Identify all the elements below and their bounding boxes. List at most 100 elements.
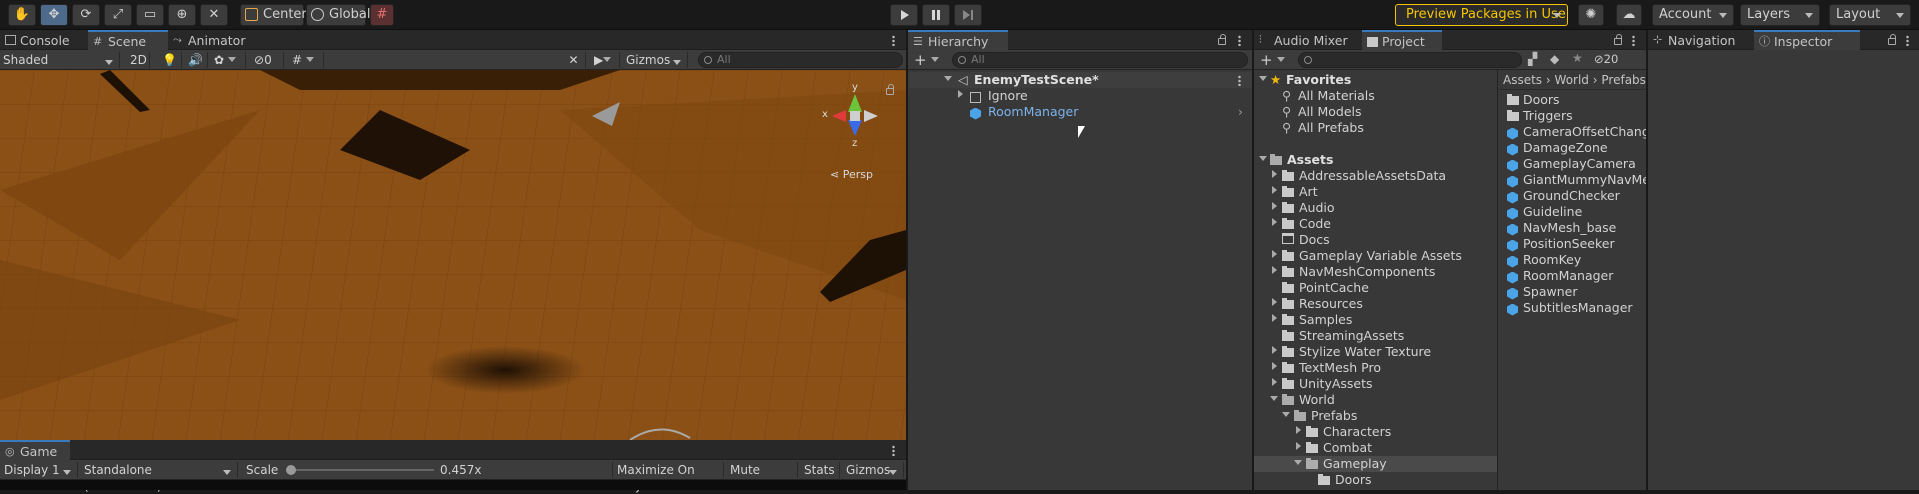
asset-folder-row[interactable]: Code xyxy=(1254,216,1497,232)
hand-tool-button[interactable]: ✋ xyxy=(8,4,36,26)
inspector-menu-icon[interactable] xyxy=(1906,35,1909,46)
expand-arrow-icon[interactable] xyxy=(1272,314,1277,322)
scale-tool-button[interactable]: ⤢ xyxy=(104,4,132,26)
asset-folder-row[interactable]: Characters xyxy=(1254,424,1497,440)
asset-folder-row[interactable]: AddressableAssetsData xyxy=(1254,168,1497,184)
layout-dropdown[interactable]: Layout xyxy=(1829,4,1911,26)
play-button[interactable] xyxy=(890,4,918,26)
layers-dropdown[interactable]: Layers xyxy=(1740,4,1820,26)
resolution-dropdown[interactable]: Standalone (1920x1080) xyxy=(80,462,238,493)
tools-toggle[interactable]: ✕ xyxy=(562,52,586,68)
gizmos-dropdown[interactable]: Gizmos xyxy=(622,52,688,68)
hidden-packages-toggle[interactable]: ⊘20 xyxy=(1594,52,1618,66)
scene-row-menu-icon[interactable] xyxy=(1238,75,1241,86)
favorite-star-icon[interactable]: ★ xyxy=(1572,51,1583,65)
mute-audio-toggle[interactable]: Mute Audio xyxy=(726,462,798,493)
file-folder-item[interactable]: Doors xyxy=(1499,92,1646,108)
file-prefab-item[interactable]: RoomKey xyxy=(1499,252,1646,268)
filter-label-icon[interactable]: ◆ xyxy=(1550,52,1559,66)
toggle-2d-button[interactable]: 2D xyxy=(126,52,150,68)
scene-row[interactable]: ◁ EnemyTestScene* xyxy=(908,72,1252,88)
expand-arrow-icon[interactable] xyxy=(1296,426,1301,434)
preview-packages-dropdown[interactable]: Preview Packages in Use xyxy=(1395,4,1568,26)
assets-row[interactable]: Assets xyxy=(1254,152,1497,168)
asset-folder-row[interactable]: UnityAssets xyxy=(1254,376,1497,392)
tab-audio-mixer[interactable]: ⫶ Audio Mixer xyxy=(1254,30,1362,51)
asset-folder-row[interactable]: TextMesh Pro xyxy=(1254,360,1497,376)
expand-arrow-icon[interactable] xyxy=(1272,186,1277,194)
hierarchy-menu-icon[interactable] xyxy=(1238,35,1241,46)
file-prefab-item[interactable]: DamageZone xyxy=(1499,140,1646,156)
breadcrumb-prefabs[interactable]: Prefabs xyxy=(1601,73,1646,87)
scale-slider-thumb[interactable] xyxy=(286,465,296,475)
favorite-item[interactable]: ⚲ All Prefabs xyxy=(1254,120,1497,136)
tab-console[interactable]: Console xyxy=(0,30,88,51)
asset-folder-row[interactable]: Combat xyxy=(1254,440,1497,456)
hierarchy-item-ignore[interactable]: Ignore xyxy=(908,88,1252,104)
expand-arrow-icon[interactable] xyxy=(1272,362,1277,370)
maximize-on-play-toggle[interactable]: Maximize On Play xyxy=(612,462,724,493)
project-create-button[interactable]: + xyxy=(1260,51,1286,69)
asset-folder-row[interactable]: Doors xyxy=(1254,472,1497,488)
tab-game[interactable]: ◎ Game xyxy=(0,440,70,461)
hierarchy-item-roommanager[interactable]: RoomManager › xyxy=(908,104,1252,120)
file-prefab-item[interactable]: GiantMummyNavMe xyxy=(1499,172,1646,188)
collapse-arrow-icon[interactable] xyxy=(1270,396,1278,401)
file-prefab-item[interactable]: SubtitlesManager xyxy=(1499,300,1646,316)
pivot-center-button[interactable]: Center xyxy=(240,4,307,26)
favorite-item[interactable]: ⚲ All Materials xyxy=(1254,88,1497,104)
cloud-button[interactable]: ☁ xyxy=(1616,4,1642,26)
custom-tool-button[interactable]: ✕ xyxy=(200,4,228,26)
tab-navigation[interactable]: ⊹ Navigation xyxy=(1648,30,1754,51)
expand-arrow-icon[interactable] xyxy=(1272,298,1277,306)
game-gizmos-dropdown[interactable]: Gizmos xyxy=(842,462,904,478)
grid-dropdown[interactable]: # xyxy=(288,52,324,68)
asset-folder-row[interactable]: Gameplay xyxy=(1254,456,1497,472)
display-dropdown[interactable]: Display 1 xyxy=(0,462,78,478)
tab-inspector[interactable]: ⓘ Inspector xyxy=(1754,30,1860,51)
file-prefab-item[interactable]: RoomManager xyxy=(1499,268,1646,284)
project-lock-icon[interactable] xyxy=(1614,34,1622,45)
breadcrumb-assets[interactable]: Assets xyxy=(1503,73,1542,87)
shading-mode-dropdown[interactable]: Shaded xyxy=(0,52,120,68)
expand-arrow-icon[interactable] xyxy=(1272,202,1277,210)
asset-folder-row[interactable]: Audio xyxy=(1254,200,1497,216)
tab-hierarchy[interactable]: ☰ Hierarchy xyxy=(908,30,1008,51)
expand-arrow-icon[interactable] xyxy=(1272,170,1277,178)
camera-dropdown[interactable]: ▶ xyxy=(590,52,620,68)
expand-arrow-icon[interactable] xyxy=(1272,250,1277,258)
hierarchy-search-input[interactable]: All xyxy=(952,52,1248,68)
asset-folder-row[interactable]: World xyxy=(1254,392,1497,408)
pause-button[interactable] xyxy=(922,4,950,26)
expand-arrow-icon[interactable] xyxy=(1272,346,1277,354)
persp-toggle[interactable]: ⋖ Persp xyxy=(830,168,873,181)
orientation-gizmo[interactable]: y x z xyxy=(808,76,888,156)
move-tool-button[interactable]: ✥ xyxy=(40,4,68,26)
stats-toggle[interactable]: Stats xyxy=(800,462,840,478)
transform-tool-button[interactable]: ⊕ xyxy=(168,4,196,26)
tab-scene[interactable]: # Scene xyxy=(88,30,168,51)
project-search-input[interactable] xyxy=(1298,52,1522,68)
scene-search-input[interactable]: All xyxy=(698,52,903,68)
step-button[interactable] xyxy=(954,4,982,26)
asset-folder-row[interactable]: NavMeshComponents xyxy=(1254,264,1497,280)
file-prefab-item[interactable]: GroundChecker xyxy=(1499,188,1646,204)
breadcrumb-world[interactable]: World xyxy=(1555,73,1589,87)
rect-tool-button[interactable]: ▭ xyxy=(136,4,164,26)
asset-folder-row[interactable]: Samples xyxy=(1254,312,1497,328)
settings-button[interactable]: ✺ xyxy=(1578,4,1604,26)
tab-project[interactable]: Project xyxy=(1362,30,1442,51)
favorites-row[interactable]: ★ Favorites xyxy=(1254,72,1497,88)
create-button[interactable]: + xyxy=(914,51,940,69)
game-menu-icon[interactable] xyxy=(892,445,895,456)
collapse-arrow-icon[interactable] xyxy=(1282,412,1290,417)
rotate-tool-button[interactable]: ⟳ xyxy=(72,4,100,26)
hierarchy-lock-icon[interactable] xyxy=(1218,34,1226,45)
expand-arrow-icon[interactable] xyxy=(1296,442,1301,450)
scene-menu-icon[interactable] xyxy=(892,35,895,46)
tab-animator[interactable]: ⤳ Animator xyxy=(168,30,268,51)
file-prefab-item[interactable]: PositionSeeker xyxy=(1499,236,1646,252)
asset-folder-row[interactable]: PointCache xyxy=(1254,280,1497,296)
scene-viewport[interactable]: y x z ⋖ Persp xyxy=(0,70,906,440)
hidden-objects-toggle[interactable]: ⊘0 xyxy=(250,52,284,68)
